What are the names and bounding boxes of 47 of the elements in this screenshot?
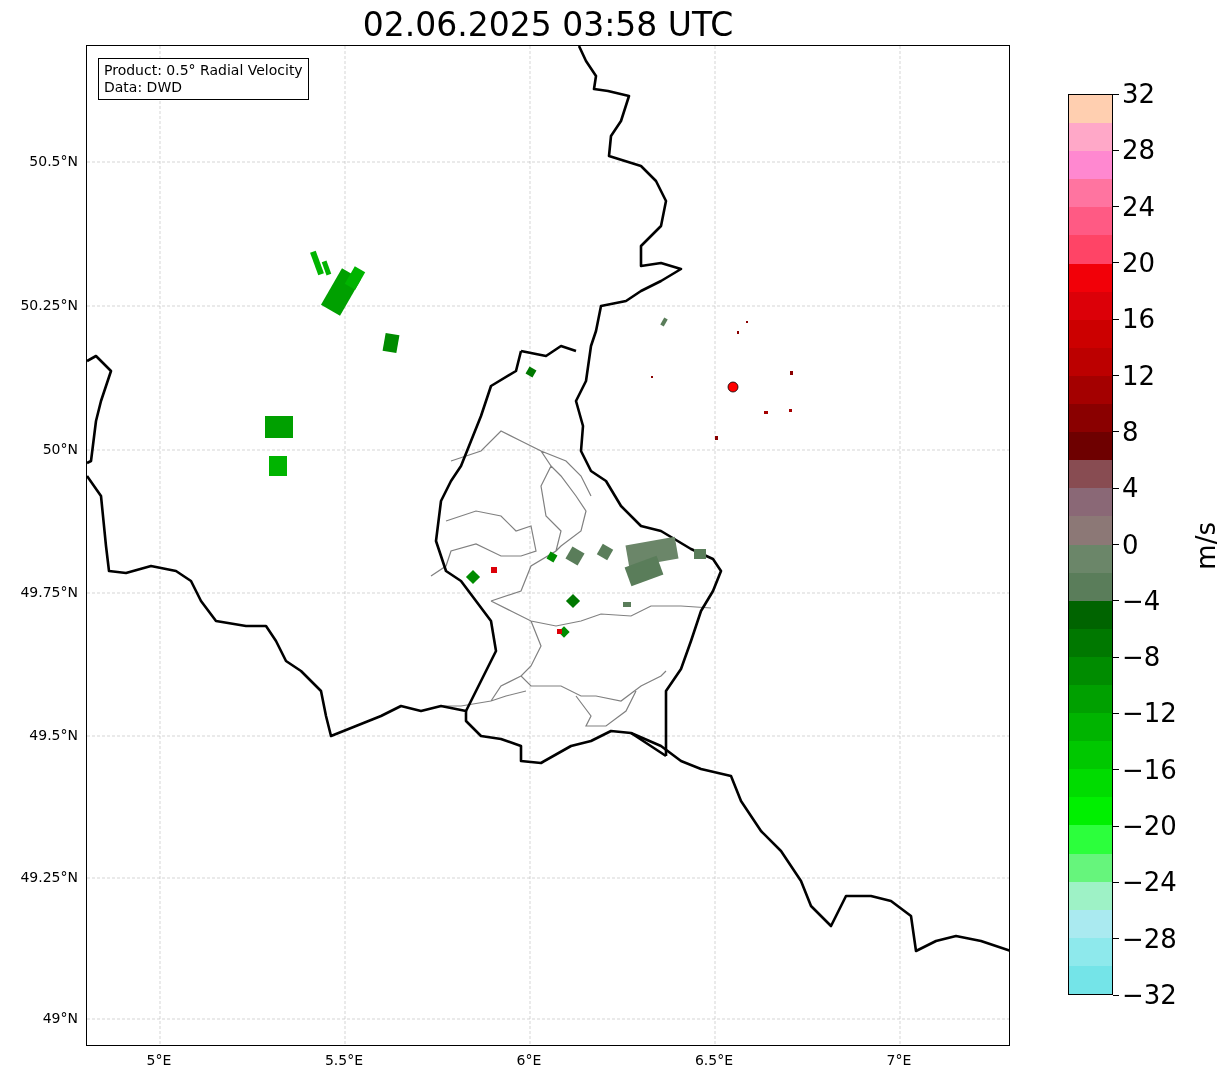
longitude-label: 6.5°E xyxy=(694,1052,734,1068)
radar-echo xyxy=(525,366,537,378)
radar-echo xyxy=(623,602,631,607)
colorbar-tick-label: 16 xyxy=(1122,304,1156,335)
colorbar-tick-label: 12 xyxy=(1122,360,1156,391)
colorbar-tick-label: −12 xyxy=(1122,698,1177,729)
radar-echo xyxy=(265,416,293,438)
info-text: Product: 0.5° Radial Velocity xyxy=(104,62,303,79)
radar-echo xyxy=(764,411,768,414)
longitude-label: 6°E xyxy=(516,1052,542,1068)
colorbar-tick-label: 20 xyxy=(1122,247,1156,278)
info-text: Data: DWD xyxy=(104,79,183,96)
colorbar-tick-label: −32 xyxy=(1122,980,1177,1010)
longitude-label: 5.5°E xyxy=(324,1052,364,1068)
chart-title: 02.06.2025 03:58 UTC xyxy=(362,5,734,45)
radar-echo xyxy=(660,317,668,327)
colorbar-tick-label: −16 xyxy=(1122,754,1177,785)
colorbar-tick-label: −28 xyxy=(1122,923,1177,954)
colorbar-label: m/s xyxy=(1190,522,1221,570)
colorbar-tick-label: 8 xyxy=(1122,416,1139,447)
radar-site-marker xyxy=(727,381,739,393)
radar-echo xyxy=(715,436,718,440)
latitude-label: 49.5°N xyxy=(29,727,78,743)
radar-echo xyxy=(789,409,792,412)
latitude-label: 50°N xyxy=(42,441,78,457)
radar-echo xyxy=(491,567,497,573)
radar-echo xyxy=(269,456,287,476)
colorbar-tick-label: 24 xyxy=(1122,191,1156,222)
colorbar-tick-label: 4 xyxy=(1122,473,1139,504)
colorbar-tick-label: −20 xyxy=(1122,811,1177,842)
longitude-label: 7°E xyxy=(886,1052,912,1068)
colorbar-tick-label: 32 xyxy=(1122,79,1156,109)
latitude-label: 49°N xyxy=(42,1010,78,1026)
colorbar-tick-label: −24 xyxy=(1122,867,1177,898)
latitude-label: 50.25°N xyxy=(20,297,78,313)
radar-echo xyxy=(694,549,706,559)
radar-echo xyxy=(790,371,793,375)
colorbar-tick-label: −8 xyxy=(1122,642,1161,673)
latitude-label: 50.5°N xyxy=(29,153,78,169)
radar-echo xyxy=(382,332,400,354)
colorbar-tick-label: 0 xyxy=(1122,529,1139,560)
colorbar-tick-label: 28 xyxy=(1122,135,1156,166)
colorbar-tick-label: −4 xyxy=(1122,585,1161,616)
radar-echo xyxy=(546,551,558,563)
longitude-label: 5°E xyxy=(146,1052,172,1068)
latitude-label: 49.75°N xyxy=(20,584,78,600)
latitude-label: 49.25°N xyxy=(20,869,78,885)
